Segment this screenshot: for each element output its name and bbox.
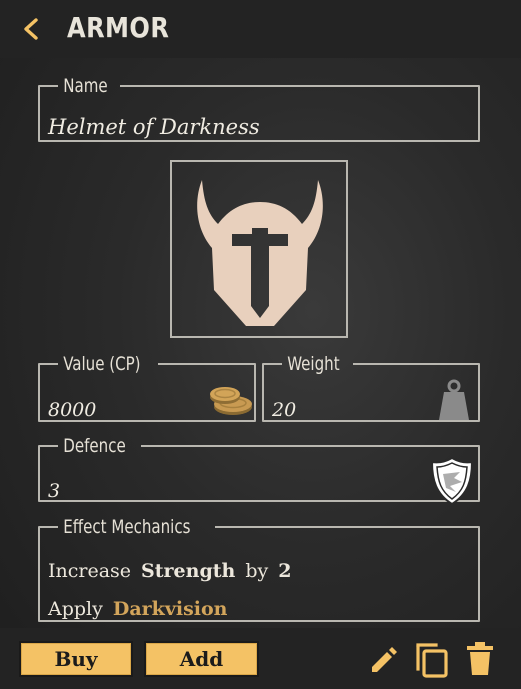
defence-amount: 3 (48, 480, 61, 502)
effect-mechanics-label: Effect Mechanics (63, 516, 191, 538)
defence-field[interactable]: Defence 3 (38, 435, 480, 506)
buy-button[interactable]: Buy (19, 641, 133, 677)
value-field[interactable]: Value (CP) 8000 (38, 355, 256, 422)
shield-icon (430, 456, 474, 506)
edit-icon[interactable] (368, 643, 400, 675)
effect-mechanics-panel: Effect Mechanics Increase Strength by 2 App… (38, 518, 480, 622)
weight-amount: 20 (272, 399, 297, 421)
back-chevron-icon[interactable] (20, 17, 42, 41)
value-label: Value (CP) (63, 353, 141, 375)
item-image[interactable] (170, 160, 348, 338)
effect-name: Darkvision (112, 598, 228, 620)
delete-icon[interactable] (466, 642, 494, 676)
defence-label: Defence (63, 435, 126, 457)
coins-icon (210, 387, 252, 415)
weight-icon (439, 379, 469, 420)
effect-verb: Apply (48, 598, 103, 620)
copy-icon[interactable] (414, 641, 450, 679)
top-bar: ARMOR (0, 0, 521, 58)
effect-amount: 2 (278, 560, 292, 582)
name-label: Name (63, 75, 108, 97)
effect-stat: Strength (141, 560, 236, 582)
effect-verb: Increase (48, 560, 132, 582)
effect-by: by (245, 560, 269, 582)
add-button[interactable]: Add (144, 641, 259, 677)
value-amount: 8000 (48, 399, 97, 421)
effect-row-increase[interactable]: Increase Strength by 2 (48, 560, 291, 582)
weight-field[interactable]: Weight 20 (262, 355, 480, 422)
horned-helmet-icon (197, 180, 323, 326)
effect-row-apply[interactable]: Apply Darkvision (48, 598, 227, 620)
weight-label: Weight (287, 353, 340, 375)
bottom-toolbar: Buy Add (0, 628, 521, 689)
name-field[interactable]: Name Helmet of Darkness (38, 77, 480, 142)
page-title: ARMOR (67, 11, 170, 44)
name-value: Helmet of Darkness (48, 115, 260, 139)
